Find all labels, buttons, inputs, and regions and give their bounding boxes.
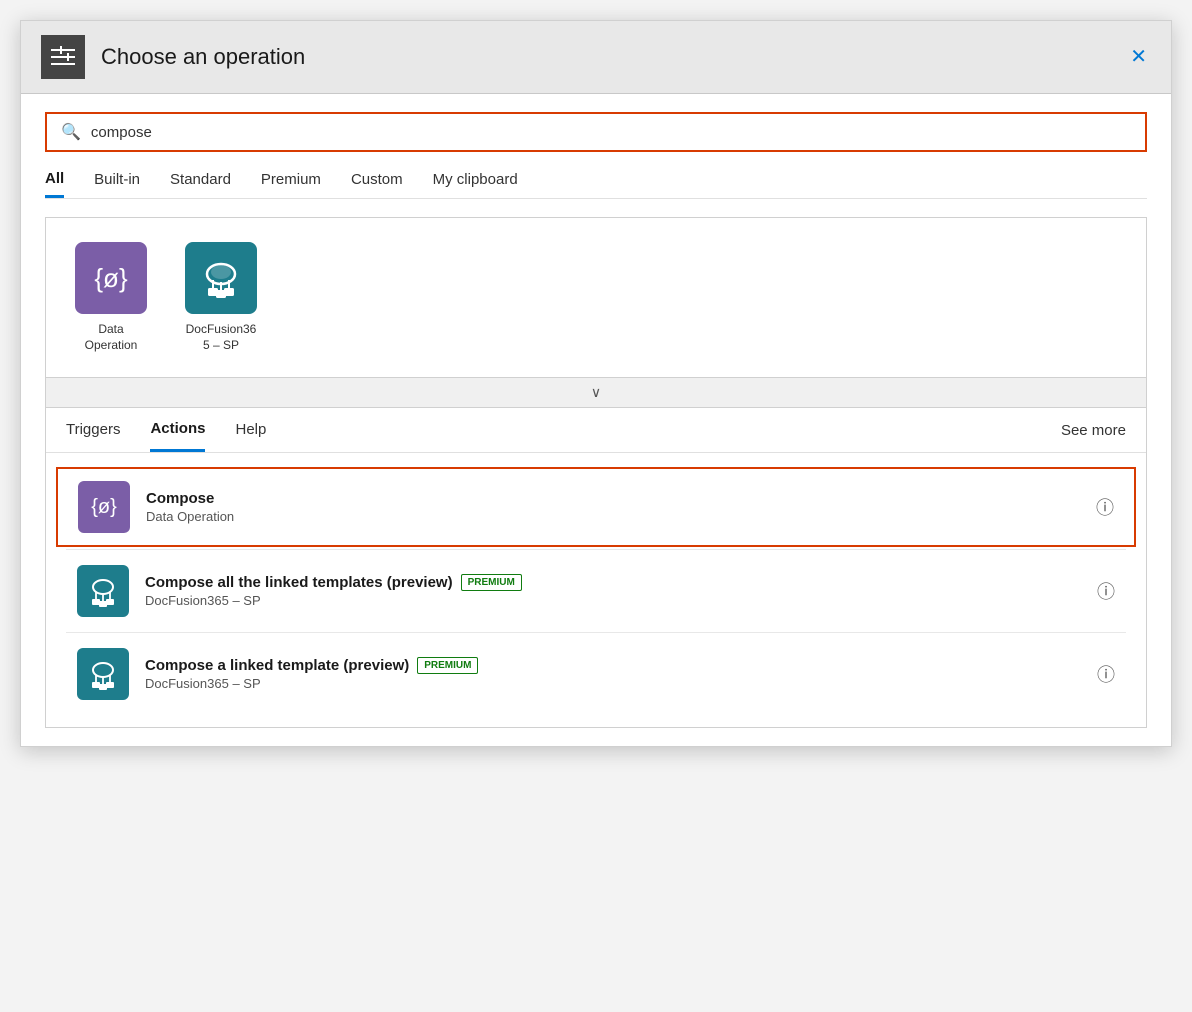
premium-badge-2: PREMIUM <box>417 657 478 674</box>
tab-all[interactable]: All <box>45 170 64 198</box>
collapse-icon: ∨ <box>591 384 601 401</box>
tab-premium[interactable]: Premium <box>261 171 321 198</box>
compose-linked-template-icon <box>77 648 129 700</box>
close-button[interactable]: ✕ <box>1126 43 1151 71</box>
premium-badge-1: PREMIUM <box>461 574 522 591</box>
bottom-section: Triggers Actions Help See more {ø} Compo… <box>45 408 1147 728</box>
search-box[interactable]: 🔍 <box>45 112 1147 152</box>
compose-all-templates-text: Compose all the linked templates (previe… <box>145 574 1097 608</box>
tab-standard[interactable]: Standard <box>170 171 231 198</box>
connector-data-operation-label: DataOperation <box>85 322 138 353</box>
choose-operation-dialog: Choose an operation ✕ 🔍 All Built-in Sta… <box>20 20 1172 747</box>
tab-myclipboard[interactable]: My clipboard <box>433 171 518 198</box>
category-tabs: All Built-in Standard Premium Custom My … <box>45 170 1147 199</box>
connector-docfusion[interactable]: DocFusion365 – SP <box>176 242 266 353</box>
tab-triggers[interactable]: Triggers <box>66 421 120 452</box>
compose-linked-info-icon[interactable]: ⓘ <box>1097 661 1115 687</box>
dialog-header: Choose an operation ✕ <box>21 21 1171 94</box>
dialog-title: Choose an operation <box>101 44 1126 70</box>
compose-action-title: Compose <box>146 490 1096 507</box>
search-input[interactable] <box>91 124 1131 141</box>
divider-1 <box>66 549 1126 550</box>
compose-all-templates-subtitle: DocFusion365 – SP <box>145 593 1097 608</box>
action-compose[interactable]: {ø} Compose Data Operation ⓘ <box>56 467 1136 547</box>
connector-docfusion-label: DocFusion365 – SP <box>186 322 257 353</box>
compose-action-icon: {ø} <box>78 481 130 533</box>
see-more-link[interactable]: See more <box>1061 422 1126 451</box>
compose-all-templates-title: Compose all the linked templates (previe… <box>145 574 1097 591</box>
compose-linked-template-text: Compose a linked template (preview) PREM… <box>145 657 1097 691</box>
data-operation-icon: {ø} <box>75 242 147 314</box>
collapse-bar[interactable]: ∨ <box>45 378 1147 408</box>
search-icon: 🔍 <box>61 122 81 142</box>
compose-info-icon[interactable]: ⓘ <box>1096 494 1114 520</box>
divider-2 <box>66 632 1126 633</box>
compose-linked-template-title: Compose a linked template (preview) PREM… <box>145 657 1097 674</box>
actions-list: {ø} Compose Data Operation ⓘ <box>46 453 1146 727</box>
compose-action-text: Compose Data Operation <box>146 490 1096 524</box>
compose-linked-template-subtitle: DocFusion365 – SP <box>145 676 1097 691</box>
docfusion-icon <box>185 242 257 314</box>
compose-all-info-icon[interactable]: ⓘ <box>1097 578 1115 604</box>
connectors-grid: {ø} DataOperation <box>66 242 1126 353</box>
compose-action-subtitle: Data Operation <box>146 509 1096 524</box>
connector-data-operation[interactable]: {ø} DataOperation <box>66 242 156 353</box>
action-compose-linked-template[interactable]: Compose a linked template (preview) PREM… <box>56 635 1136 713</box>
tab-builtin[interactable]: Built-in <box>94 171 140 198</box>
dialog-header-icon <box>41 35 85 79</box>
tab-help[interactable]: Help <box>235 421 266 452</box>
tab-custom[interactable]: Custom <box>351 171 403 198</box>
action-compose-all-templates[interactable]: Compose all the linked templates (previe… <box>56 552 1136 630</box>
compose-all-templates-icon <box>77 565 129 617</box>
dialog-body: 🔍 All Built-in Standard Premium Custom M… <box>21 94 1171 746</box>
connectors-section: {ø} DataOperation <box>45 217 1147 378</box>
tab-actions[interactable]: Actions <box>150 420 205 452</box>
action-tabs: Triggers Actions Help See more <box>46 408 1146 453</box>
